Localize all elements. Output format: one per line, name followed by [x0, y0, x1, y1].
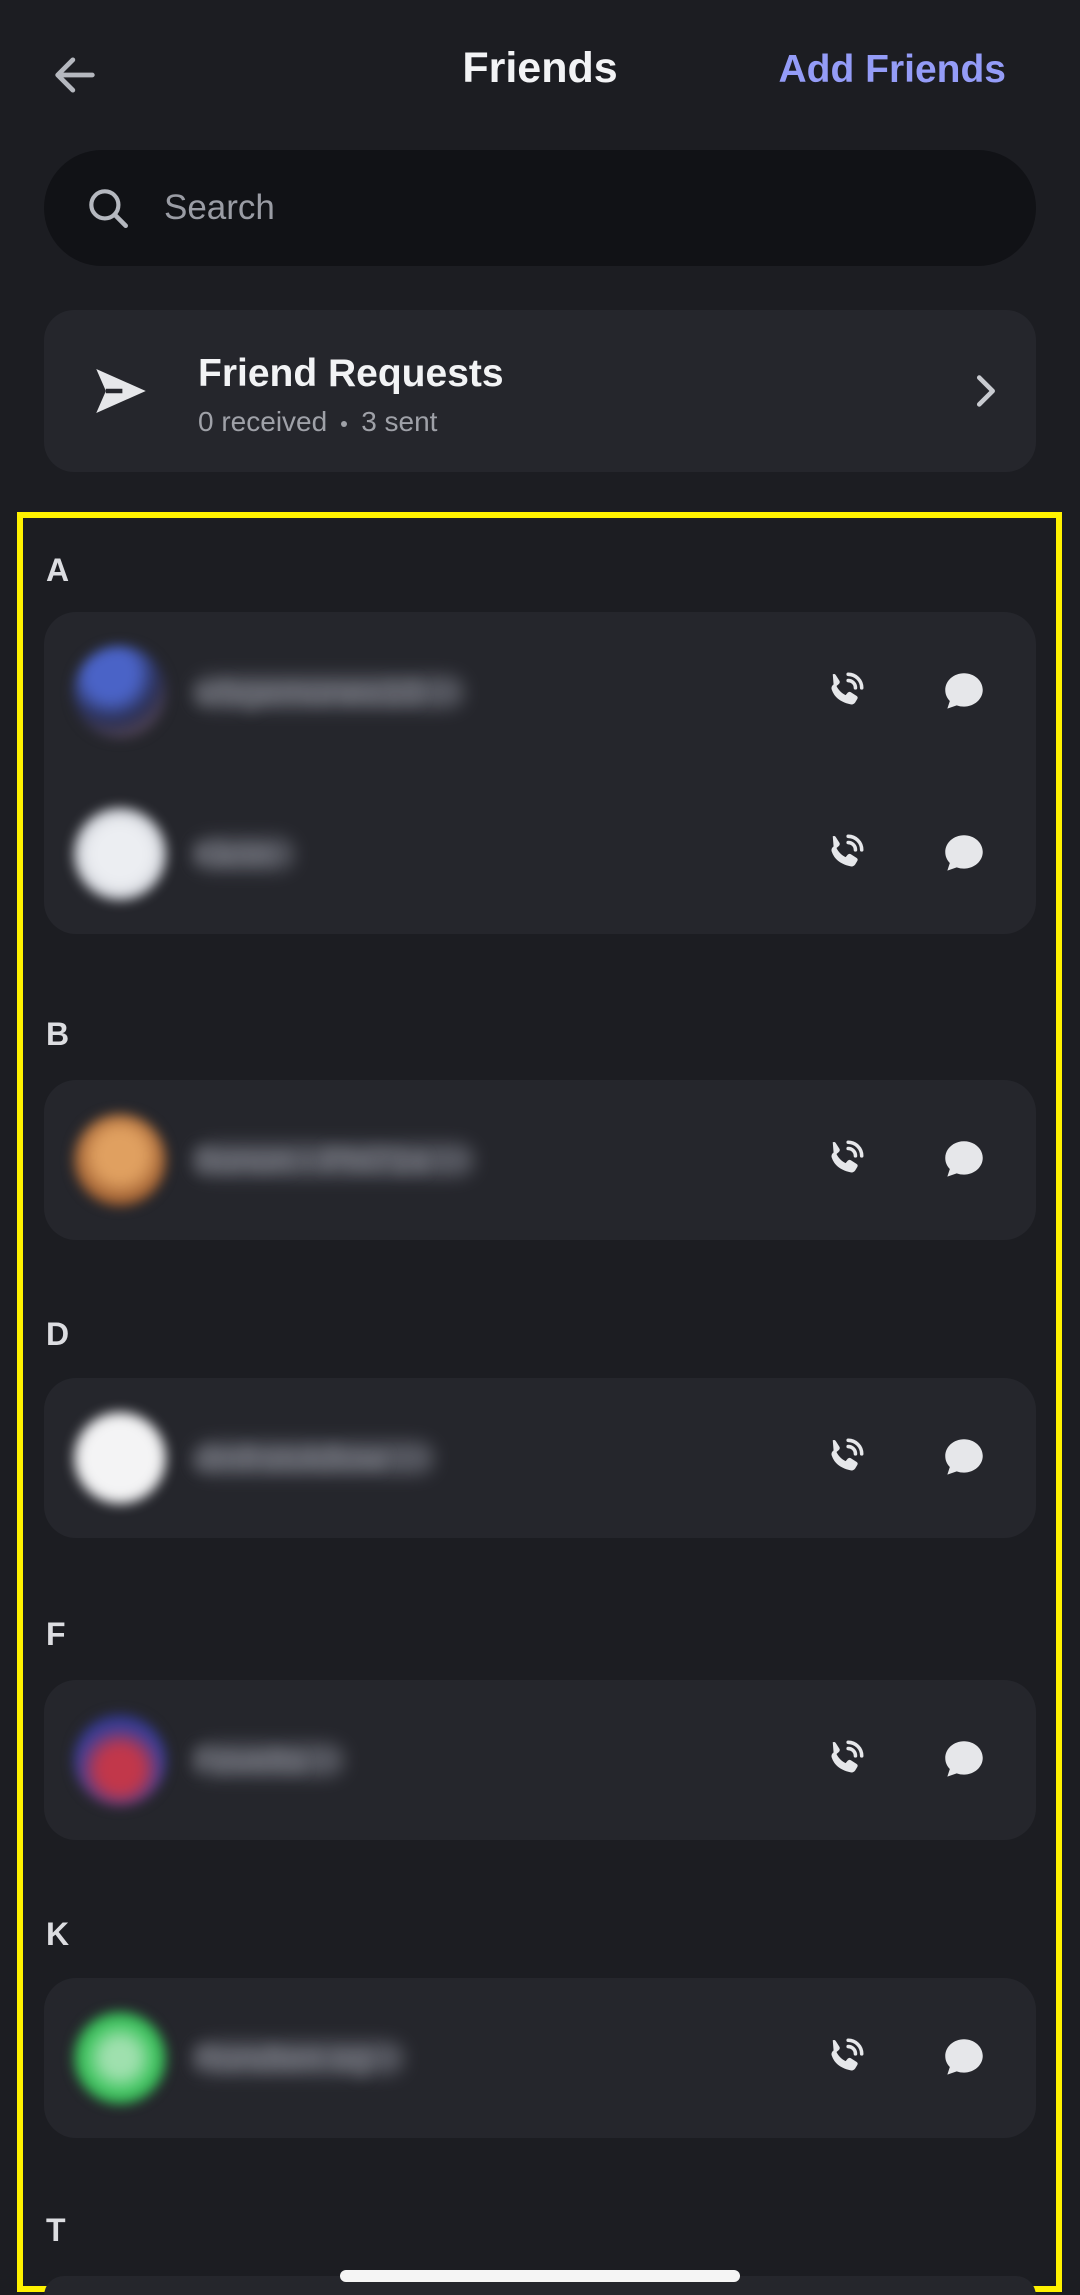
search-bar[interactable]	[44, 150, 1036, 266]
chat-bubble-icon	[945, 1439, 983, 1475]
message-button[interactable]	[930, 1726, 998, 1794]
avatar	[74, 1714, 166, 1806]
voice-call-button[interactable]	[810, 2024, 878, 2092]
avatar	[74, 2012, 166, 2104]
friend-name: srbgemoneo10	[194, 674, 421, 712]
sent-count: 3 sent	[361, 406, 438, 437]
message-button[interactable]	[930, 2024, 998, 2092]
friends-group-d: dmfrstoldlow	[44, 1378, 1036, 1538]
phone-call-icon	[831, 1438, 864, 1471]
phone-call-icon	[831, 1740, 864, 1773]
phone-call-icon	[831, 672, 864, 705]
friend-row[interactable]: Rondten og	[44, 1978, 1036, 2138]
chat-bubble-icon	[945, 835, 983, 871]
phone-call-icon	[831, 834, 864, 867]
friend-requests-summary: 0 received 3 sent	[198, 406, 437, 438]
section-letter-t: T	[46, 2212, 66, 2248]
voice-call-button[interactable]	[810, 658, 878, 726]
home-indicator[interactable]	[340, 2270, 740, 2282]
chat-bubble-icon	[945, 1741, 983, 1777]
friends-group-b: Bonon - Phl71s	[44, 1080, 1036, 1240]
friend-row[interactable]: srbgemoneo10	[44, 612, 1036, 772]
received-count: 0 received	[198, 406, 328, 437]
chat-bubble-icon	[945, 673, 983, 709]
friend-row[interactable]: Fovelts	[44, 1680, 1036, 1840]
message-button[interactable]	[930, 658, 998, 726]
friend-requests-card[interactable]: Friend Requests 0 received 3 sent	[44, 310, 1036, 472]
voice-call-button[interactable]	[810, 820, 878, 888]
message-button[interactable]	[930, 1126, 998, 1194]
avatar	[74, 1114, 166, 1206]
avatar	[74, 808, 166, 900]
friends-group-k: Rondten og	[44, 1978, 1036, 2138]
friends-group-f: Fovelts	[44, 1680, 1036, 1840]
voice-call-button[interactable]	[810, 1126, 878, 1194]
section-letter-d: D	[46, 1316, 70, 1352]
friend-name: dmfrstoldlow	[194, 1440, 385, 1478]
section-letter-a: A	[46, 552, 70, 588]
separator-dot	[341, 420, 348, 427]
send-icon	[96, 369, 146, 413]
friend-name: Kkrin	[194, 836, 272, 874]
friend-row[interactable]: dmfrstoldlow	[44, 1378, 1036, 1538]
friends-group-a: srbgemoneo10 Kkrin	[44, 612, 1036, 934]
chevron-right-icon	[976, 375, 995, 407]
avatar	[74, 1412, 166, 1504]
friend-name: Rondten og	[194, 2040, 370, 2078]
friend-row[interactable]: Bonon - Phl71s	[44, 1080, 1036, 1240]
voice-call-button[interactable]	[810, 1424, 878, 1492]
friend-name: Bonon - Phl71s	[194, 1142, 427, 1180]
voice-call-button[interactable]	[810, 1726, 878, 1794]
chat-bubble-icon	[945, 2039, 983, 2075]
search-input[interactable]	[164, 188, 964, 228]
friend-row[interactable]: Kkrin	[44, 774, 1036, 934]
message-button[interactable]	[930, 820, 998, 888]
add-friends-button[interactable]: Add Friends	[778, 48, 1006, 92]
section-letter-b: B	[46, 1016, 70, 1052]
friend-name: Fovelts	[194, 1742, 304, 1780]
friend-requests-title: Friend Requests	[198, 352, 504, 395]
section-letter-f: F	[46, 1616, 66, 1652]
search-icon	[80, 180, 136, 236]
section-letter-k: K	[46, 1916, 70, 1952]
avatar	[74, 646, 166, 738]
phone-call-icon	[831, 1140, 864, 1173]
phone-call-icon	[831, 2038, 864, 2071]
chat-bubble-icon	[945, 1141, 983, 1177]
top-bar: Friends Add Friends	[0, 0, 1080, 150]
message-button[interactable]	[930, 1424, 998, 1492]
